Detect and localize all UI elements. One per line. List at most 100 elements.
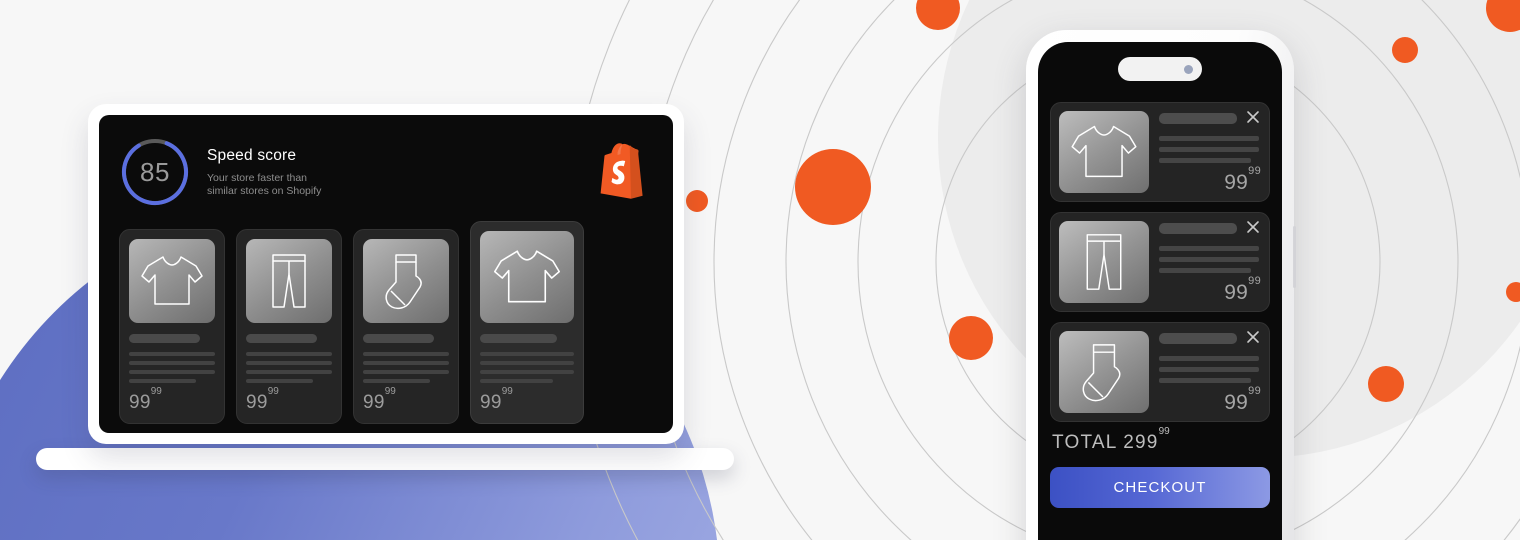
speed-score-subtitle-line-1: Your store faster than [207, 171, 308, 184]
skeleton-line [246, 352, 332, 356]
skeleton-line [1159, 268, 1251, 273]
cart-item-row[interactable]: 9999 [1050, 322, 1270, 422]
product-price: 9999 [246, 386, 332, 414]
price-cents: 99 [1248, 275, 1261, 288]
cart-total-cents: 99 [1158, 426, 1170, 438]
price-main: 99 [1224, 281, 1249, 304]
tshirt-icon [1071, 125, 1137, 178]
product-image-placeholder [480, 231, 574, 323]
skeleton-line [129, 352, 215, 356]
product-card[interactable]: 9999 [119, 229, 225, 424]
skeleton-line [1159, 246, 1259, 251]
close-icon[interactable] [1245, 219, 1261, 235]
product-card[interactable]: 9999 [236, 229, 342, 424]
camera-dot-icon [1184, 64, 1193, 74]
skeleton-line [129, 370, 215, 374]
phone-mockup: 9999 9999 9999 TOTAL 29999 CHECKOUT [1026, 30, 1296, 540]
close-icon[interactable] [1245, 109, 1261, 125]
skeleton-line [1159, 378, 1251, 383]
skeleton-line [246, 379, 314, 383]
phone-side-button[interactable] [1293, 226, 1296, 288]
skeleton-line [1159, 367, 1259, 372]
shopify-bag-icon [600, 143, 643, 199]
cart-item-text-skeleton [1159, 356, 1259, 383]
product-title-skeleton [363, 334, 434, 343]
product-text-skeleton [246, 352, 332, 383]
skeleton-line [246, 370, 332, 374]
skeleton-line [363, 361, 449, 365]
skeleton-line [480, 379, 554, 383]
laptop-lid: 85 Speed score Your store faster than si… [88, 104, 684, 444]
orange-dot [686, 190, 708, 212]
product-card[interactable]: 9999 [353, 229, 459, 424]
speed-score-subtitle-line-2: similar stores on Shopify [207, 184, 322, 197]
product-text-skeleton [129, 352, 215, 383]
price-main: 99 [480, 392, 502, 413]
price-main: 99 [129, 392, 151, 413]
tshirt-icon [493, 250, 561, 303]
cart-item-price: 9999 [1224, 165, 1261, 195]
skeleton-line [1159, 158, 1251, 163]
cart-item-title-skeleton [1159, 333, 1237, 344]
skeleton-line [1159, 147, 1259, 152]
skeleton-line [480, 352, 574, 356]
cart-item-row[interactable]: 9999 [1050, 212, 1270, 312]
product-card[interactable]: 9999 [470, 221, 584, 424]
speed-score-subtitle: Your store faster than similar stores on… [207, 172, 653, 198]
product-title-skeleton [480, 334, 558, 343]
pants-icon [1086, 234, 1122, 290]
speed-score-text-group: Speed score Your store faster than simil… [207, 147, 653, 198]
skeleton-line [363, 370, 449, 374]
product-card-grid: 9999 9999 9999 9999 [119, 221, 653, 424]
cart-item-title-skeleton [1159, 113, 1237, 124]
price-main: 99 [1224, 391, 1249, 414]
skeleton-line [246, 361, 332, 365]
tshirt-icon [141, 256, 203, 305]
price-main: 99 [363, 392, 385, 413]
sock-icon [1082, 344, 1121, 402]
speed-score-ring: 85 [119, 136, 191, 208]
skeleton-line [129, 361, 215, 365]
product-title-skeleton [246, 334, 317, 343]
product-price: 9999 [363, 386, 449, 414]
skeleton-line [480, 370, 574, 374]
product-image-placeholder [363, 239, 449, 323]
price-cents: 99 [267, 386, 279, 398]
speed-score-value: 85 [140, 156, 170, 187]
skeleton-line [363, 352, 449, 356]
laptop-base [36, 448, 734, 470]
cart-item-text-skeleton [1159, 136, 1259, 163]
price-main: 99 [246, 392, 268, 413]
skeleton-line [480, 361, 574, 365]
cart-total-label: TOTAL 299 [1052, 432, 1159, 453]
cart-item-text-skeleton [1159, 246, 1259, 273]
checkout-button[interactable]: CHECKOUT [1050, 467, 1270, 508]
price-cents: 99 [384, 386, 396, 398]
price-cents: 99 [1248, 385, 1261, 398]
cart-item-image-placeholder [1059, 331, 1149, 413]
close-icon[interactable] [1245, 329, 1261, 345]
cart-item-title-skeleton [1159, 223, 1237, 234]
cart-total: TOTAL 29999 [1052, 426, 1270, 454]
dynamic-island [1118, 57, 1202, 81]
laptop-mockup: 85 Speed score Your store faster than si… [36, 104, 734, 470]
orange-dot [1392, 37, 1418, 63]
laptop-screen: 85 Speed score Your store faster than si… [99, 115, 673, 433]
product-title-skeleton [129, 334, 200, 343]
product-image-placeholder [246, 239, 332, 323]
product-image-placeholder [129, 239, 215, 323]
speed-score-title: Speed score [207, 146, 297, 164]
phone-screen: 9999 9999 9999 TOTAL 29999 CHECKOUT [1038, 42, 1282, 540]
cart-item-row[interactable]: 9999 [1050, 102, 1270, 202]
sock-icon [385, 254, 422, 310]
skeleton-line [1159, 356, 1259, 361]
price-cents: 99 [501, 386, 513, 398]
pants-icon [272, 254, 306, 308]
orange-dot [1506, 282, 1520, 302]
illustration-canvas: 85 Speed score Your store faster than si… [0, 0, 1520, 540]
skeleton-line [1159, 136, 1259, 141]
orange-dot [1368, 366, 1404, 402]
product-text-skeleton [363, 352, 449, 383]
cart-item-list: 9999 9999 9999 [1050, 102, 1270, 422]
cart-item-price: 9999 [1224, 275, 1261, 305]
